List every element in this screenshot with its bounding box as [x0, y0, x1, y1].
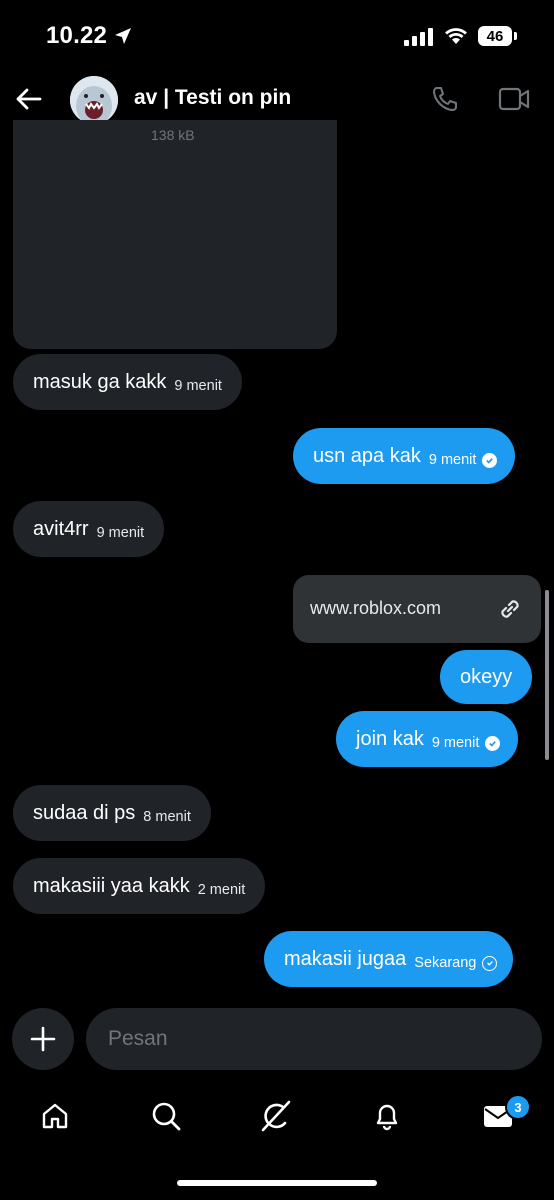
message-bubble-outgoing[interactable]: okeyy [440, 650, 533, 704]
message-input[interactable] [86, 1008, 542, 1070]
read-check-icon [485, 735, 501, 751]
link-icon [501, 600, 519, 618]
sent-check-icon [482, 955, 498, 971]
read-check-icon [482, 452, 498, 468]
tab-home[interactable] [37, 1098, 73, 1134]
search-icon [152, 1102, 181, 1131]
signal-icon [404, 28, 433, 46]
plus-icon [30, 1026, 56, 1052]
message-text: avit4rr [33, 517, 89, 540]
bell-icon [376, 1104, 398, 1131]
message-time: 8 menit [143, 809, 191, 825]
battery-indicator: 46 [478, 26, 512, 46]
message-text: sudaa di ps [33, 801, 136, 824]
video-icon[interactable] [498, 86, 530, 112]
home-indicator[interactable] [177, 1180, 377, 1186]
message-text: makasiii yaa kakk [33, 874, 190, 897]
tab-search[interactable] [148, 1098, 184, 1134]
location-arrow-icon [115, 28, 131, 44]
message-time: 9 menit [96, 525, 145, 541]
tab-grok[interactable] [258, 1098, 294, 1134]
tab-notifications[interactable] [369, 1098, 405, 1134]
message-time: 9 menit [174, 378, 222, 394]
message-bubble-incoming[interactable]: masuk ga kakk 9 menit [13, 354, 242, 410]
battery-tip [514, 32, 517, 40]
message-bubble-incoming[interactable]: sudaa di ps 8 menit [13, 785, 211, 841]
message-text: masuk ga kakk [33, 370, 167, 393]
message-bubble-outgoing[interactable]: usn apa kak 9 menit [293, 428, 516, 484]
message-time: Sekarang [414, 955, 477, 971]
message-bubble-outgoing[interactable]: makasii jugaa Sekarang [264, 931, 514, 987]
scrollbar[interactable] [545, 590, 549, 760]
chat-title[interactable]: av | Testi on pin [134, 86, 291, 110]
message-bubble-outgoing[interactable]: join kak 9 menit [336, 711, 519, 767]
phone-icon[interactable] [430, 84, 460, 114]
status-time: 10.22 [46, 22, 108, 49]
wifi-icon [445, 28, 467, 44]
home-icon [42, 1103, 68, 1129]
message-bubble-incoming[interactable]: makasiii yaa kakk 2 menit [13, 858, 266, 914]
message-text: okeyy [460, 665, 513, 688]
media-attachment[interactable] [13, 120, 337, 349]
message-text: join kak [356, 727, 424, 750]
message-time: 9 menit [431, 735, 480, 751]
messages-badge: 3 [505, 1094, 531, 1120]
add-attachment-button[interactable] [12, 1008, 74, 1070]
link-url[interactable]: www.roblox.com [310, 598, 441, 619]
back-arrow-icon[interactable] [14, 84, 44, 114]
grok-icon [261, 1100, 291, 1132]
message-text: usn apa kak [313, 444, 421, 467]
media-size-label: 138 kB [151, 127, 195, 143]
message-text: makasii jugaa [284, 947, 407, 970]
message-bubble-incoming[interactable]: avit4rr 9 menit [13, 501, 165, 557]
message-time: 2 menit [197, 882, 246, 898]
avatar[interactable] [70, 76, 118, 124]
message-time: 9 menit [428, 452, 477, 468]
